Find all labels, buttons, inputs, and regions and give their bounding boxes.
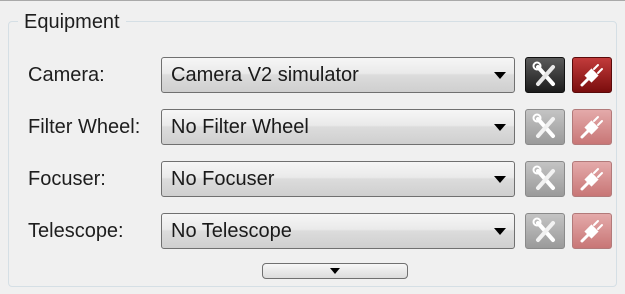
telescope-select-value: No Telescope [171, 220, 292, 242]
focuser-label: Focuser: [28, 168, 106, 190]
camera-select[interactable]: Camera V2 simulator [161, 57, 515, 93]
equipment-panel: Equipment Camera: Camera V2 simulator Fi… [0, 0, 625, 294]
telescope-connect-button[interactable] [572, 213, 612, 249]
filter-wheel-setup-button[interactable] [525, 109, 565, 145]
wrench-screwdriver-icon [532, 165, 555, 190]
focuser-setup-button[interactable] [525, 161, 565, 197]
expand-down-arrow-icon [330, 268, 340, 274]
group-title: Equipment [18, 9, 126, 35]
wrench-screwdriver-icon [532, 217, 555, 242]
filter-wheel-select-value: No Filter Wheel [171, 116, 309, 138]
wrench-screwdriver-icon [532, 113, 555, 138]
wrench-screwdriver-icon [532, 61, 555, 86]
filter-wheel-select[interactable]: No Filter Wheel [161, 109, 515, 145]
focuser-select-value: No Focuser [171, 168, 275, 190]
telescope-select[interactable]: No Telescope [161, 213, 515, 249]
camera-select-value: Camera V2 simulator [171, 64, 359, 86]
equipment-row-filter-wheel: Filter Wheel: No Filter Wheel [0, 107, 625, 147]
dropdown-arrow-icon [494, 124, 506, 131]
plug-connect-icon [580, 220, 603, 243]
telescope-setup-button[interactable] [525, 213, 565, 249]
camera-setup-button[interactable] [525, 57, 565, 93]
plug-connect-icon [580, 168, 603, 191]
plug-connect-icon [580, 116, 603, 139]
plug-connect-icon [580, 64, 603, 87]
dropdown-arrow-icon [494, 176, 506, 183]
filter-wheel-connect-button[interactable] [572, 109, 612, 145]
equipment-row-telescope: Telescope: No Telescope [0, 211, 625, 251]
equipment-row-focuser: Focuser: No Focuser [0, 159, 625, 199]
filter-wheel-label: Filter Wheel: [28, 116, 141, 138]
expand-more-button[interactable] [262, 263, 408, 279]
camera-label: Camera: [28, 64, 105, 86]
dropdown-arrow-icon [494, 228, 506, 235]
equipment-row-camera: Camera: Camera V2 simulator [0, 55, 625, 95]
focuser-select[interactable]: No Focuser [161, 161, 515, 197]
camera-connect-button[interactable] [572, 57, 612, 93]
dropdown-arrow-icon [494, 72, 506, 79]
telescope-label: Telescope: [28, 220, 124, 242]
focuser-connect-button[interactable] [572, 161, 612, 197]
